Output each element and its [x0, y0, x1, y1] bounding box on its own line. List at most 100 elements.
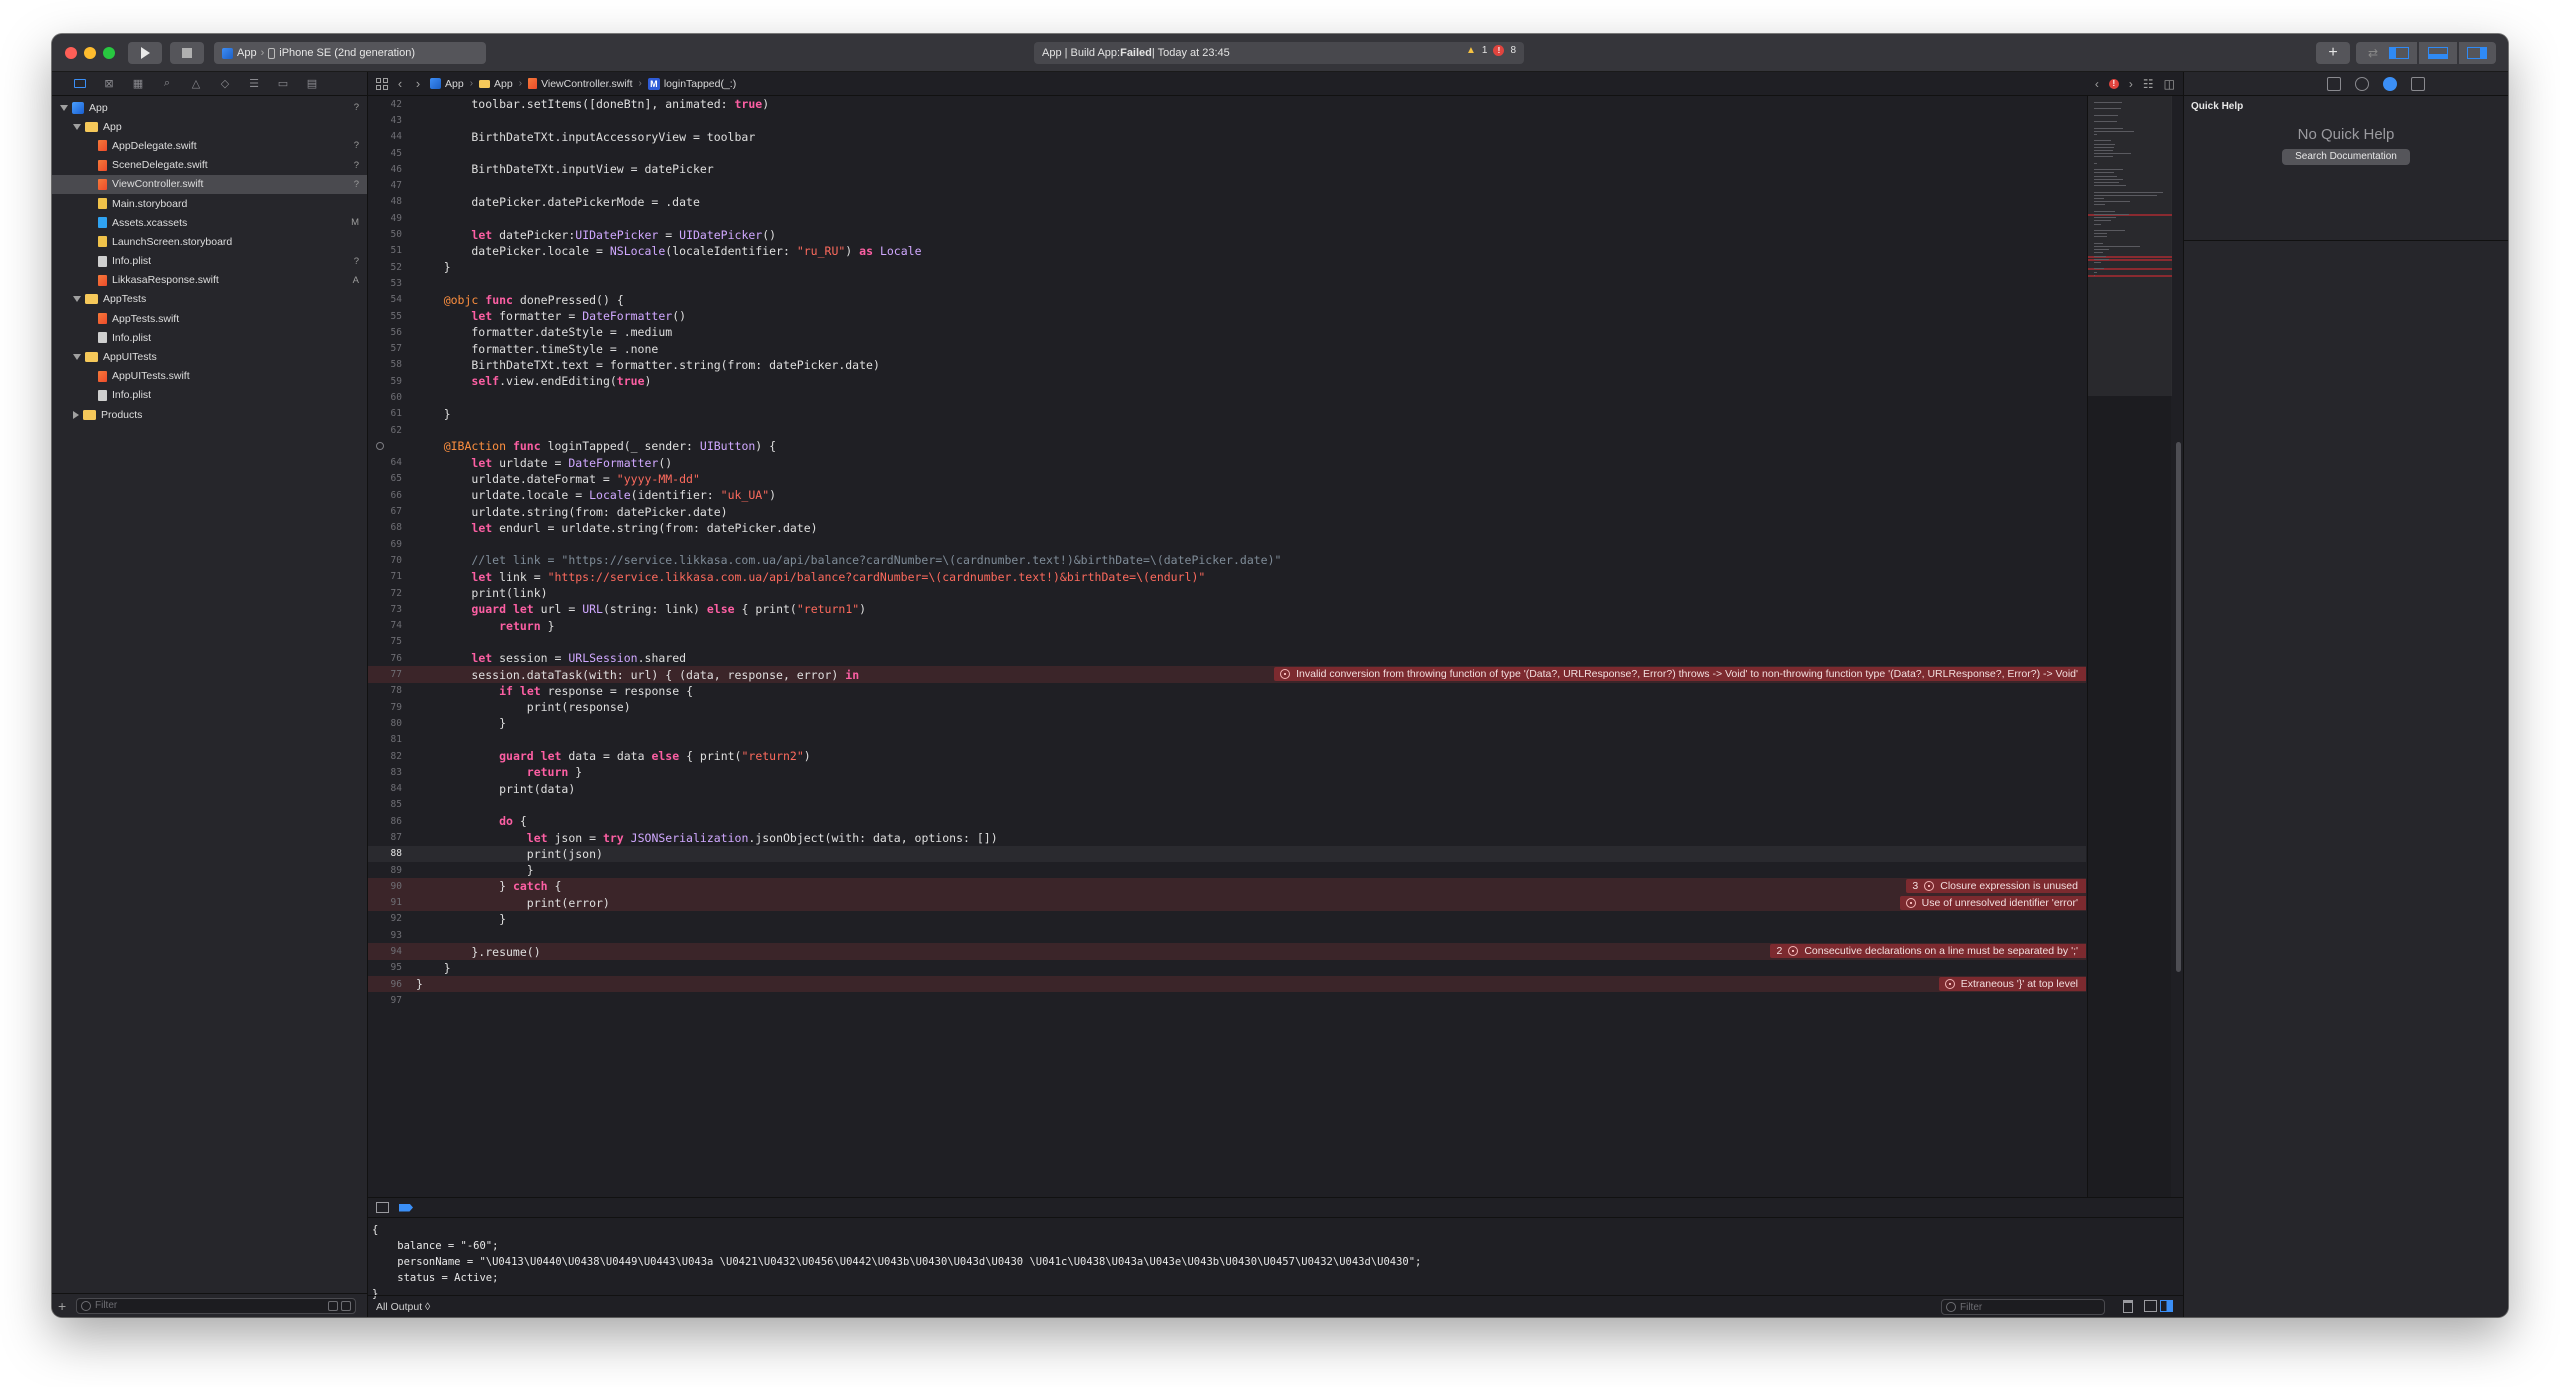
- scheme-selector[interactable]: App › iPhone SE (2nd generation): [214, 42, 486, 64]
- navigator-item[interactable]: AppTests: [52, 290, 367, 309]
- line-number[interactable]: 93: [368, 930, 402, 941]
- line-number[interactable]: 48: [368, 196, 402, 207]
- code-line[interactable]: 48 datePicker.datePickerMode = .date: [368, 194, 2086, 210]
- line-number[interactable]: 80: [368, 718, 402, 729]
- line-number[interactable]: 65: [368, 473, 402, 484]
- issue-counts[interactable]: ▲ 1 ! 8: [1466, 45, 1516, 56]
- editor-scrollbar[interactable]: [2176, 442, 2181, 972]
- go-back-icon[interactable]: ‹: [394, 76, 406, 91]
- line-number[interactable]: 68: [368, 522, 402, 533]
- line-number[interactable]: 95: [368, 962, 402, 973]
- breadcrumb-folder[interactable]: App: [479, 78, 513, 90]
- console-output[interactable]: { balance = "-60"; personName = "\U0413\…: [368, 1218, 2183, 1306]
- line-number[interactable]: 71: [368, 571, 402, 582]
- close-window-button[interactable]: [65, 47, 77, 59]
- navigator-item[interactable]: Info.plist: [52, 386, 367, 405]
- code-line[interactable]: 55 let formatter = DateFormatter(): [368, 308, 2086, 324]
- hide-debug-area-icon[interactable]: [376, 1202, 389, 1213]
- line-number[interactable]: 44: [368, 131, 402, 142]
- navigator-item[interactable]: Main.storyboard: [52, 194, 367, 213]
- code-line[interactable]: 74 return }: [368, 618, 2086, 634]
- search-documentation-button[interactable]: Search Documentation: [2282, 149, 2410, 165]
- navigator-filter-input[interactable]: Filter: [76, 1297, 356, 1314]
- code-line[interactable]: 62: [368, 422, 2086, 438]
- code-line[interactable]: 44 BirthDateTXt.inputAccessoryView = too…: [368, 129, 2086, 145]
- breadcrumb-method[interactable]: MloginTapped(_:): [647, 77, 736, 90]
- project-navigator-tab[interactable]: [70, 77, 90, 91]
- code-line[interactable]: 54 @objc func donePressed() {: [368, 292, 2086, 308]
- line-number[interactable]: 87: [368, 832, 402, 843]
- trash-icon[interactable]: [2123, 1300, 2133, 1313]
- line-number[interactable]: 54: [368, 294, 402, 305]
- line-number[interactable]: 77: [368, 669, 402, 680]
- code-line[interactable]: 76 let session = URLSession.shared: [368, 650, 2086, 666]
- console-filter-input[interactable]: Filter: [1941, 1299, 2105, 1315]
- related-items-icon[interactable]: [376, 77, 388, 90]
- code-line[interactable]: 58 BirthDateTXt.text = formatter.string(…: [368, 357, 2086, 373]
- code-line[interactable]: 52 }: [368, 259, 2086, 275]
- minimize-window-button[interactable]: [84, 47, 96, 59]
- code-line[interactable]: 45: [368, 145, 2086, 161]
- output-selector[interactable]: All Output ◊: [376, 1301, 430, 1313]
- chevron-down-icon[interactable]: [73, 296, 81, 303]
- navigator-item[interactable]: Info.plist: [52, 328, 367, 347]
- code-line[interactable]: 50 let datePicker:UIDatePicker = UIDateP…: [368, 226, 2086, 242]
- chevron-down-icon[interactable]: [73, 354, 81, 361]
- line-number[interactable]: 59: [368, 376, 402, 387]
- line-number[interactable]: 60: [368, 392, 402, 403]
- code-line[interactable]: 75: [368, 634, 2086, 650]
- line-number[interactable]: 42: [368, 99, 402, 110]
- line-number[interactable]: 50: [368, 229, 402, 240]
- console-view-icon[interactable]: [2160, 1300, 2173, 1312]
- navigator-item[interactable]: App?: [52, 98, 367, 117]
- line-number[interactable]: 51: [368, 245, 402, 256]
- line-number[interactable]: 49: [368, 213, 402, 224]
- chevron-down-icon[interactable]: [73, 123, 81, 130]
- issue-navigator-tab[interactable]: △: [186, 77, 206, 91]
- code-line[interactable]: 73 guard let url = URL(string: link) els…: [368, 601, 2086, 617]
- line-number[interactable]: 74: [368, 620, 402, 631]
- run-button[interactable]: [128, 42, 162, 64]
- navigator-item[interactable]: Info.plist?: [52, 252, 367, 271]
- zoom-window-button[interactable]: [103, 47, 115, 59]
- line-number[interactable]: 72: [368, 588, 402, 599]
- code-line[interactable]: 61 }: [368, 406, 2086, 422]
- previous-issue-icon[interactable]: ‹: [2095, 77, 2099, 91]
- report-navigator-tab[interactable]: ▤: [302, 77, 322, 91]
- navigator-item[interactable]: LikkasaResponse.swift A: [52, 271, 367, 290]
- variables-view-icon[interactable]: [2144, 1300, 2157, 1312]
- file-inspector-tab[interactable]: [2327, 76, 2341, 91]
- code-line[interactable]: 78 if let response = response {: [368, 683, 2086, 699]
- navigator-item[interactable]: LaunchScreen.storyboard: [52, 232, 367, 251]
- chevron-down-icon[interactable]: [60, 104, 68, 111]
- line-number[interactable]: 47: [368, 180, 402, 191]
- error-annotation[interactable]: 2 Consecutive declarations on a line must…: [1770, 944, 2086, 959]
- history-inspector-tab[interactable]: [2355, 76, 2369, 91]
- code-line[interactable]: 57 formatter.timeStyle = .none: [368, 340, 2086, 356]
- minimap[interactable]: [2087, 96, 2172, 1197]
- error-annotation[interactable]: 3 Closure expression is unused: [1906, 879, 2086, 894]
- toggle-inspector-button[interactable]: [2458, 42, 2496, 64]
- recent-files-icon[interactable]: [328, 1300, 338, 1311]
- test-navigator-tab[interactable]: ◇: [215, 77, 235, 91]
- line-number[interactable]: 52: [368, 262, 402, 273]
- error-annotation[interactable]: Use of unresolved identifier 'error': [1899, 895, 2086, 910]
- line-number[interactable]: 69: [368, 539, 402, 550]
- breadcrumb-project[interactable]: App: [430, 78, 464, 90]
- find-navigator-tab[interactable]: ⌕: [157, 77, 177, 91]
- line-number[interactable]: 58: [368, 359, 402, 370]
- quick-help-inspector-tab[interactable]: [2383, 76, 2397, 91]
- line-number[interactable]: 96: [368, 979, 402, 990]
- symbol-navigator-tab[interactable]: ▦: [128, 77, 148, 91]
- line-number[interactable]: 45: [368, 148, 402, 159]
- line-number[interactable]: 67: [368, 506, 402, 517]
- line-number[interactable]: 56: [368, 327, 402, 338]
- code-line[interactable]: 93: [368, 927, 2086, 943]
- line-number[interactable]: 83: [368, 767, 402, 778]
- error-annotation[interactable]: Invalid conversion from throwing functio…: [1274, 667, 2086, 682]
- line-number[interactable]: 66: [368, 490, 402, 501]
- code-line[interactable]: 60: [368, 389, 2086, 405]
- navigator-item[interactable]: App: [52, 117, 367, 136]
- stop-button[interactable]: [170, 42, 204, 64]
- activity-viewer[interactable]: App | Build App: Failed | Today at 23:45…: [1034, 42, 1524, 64]
